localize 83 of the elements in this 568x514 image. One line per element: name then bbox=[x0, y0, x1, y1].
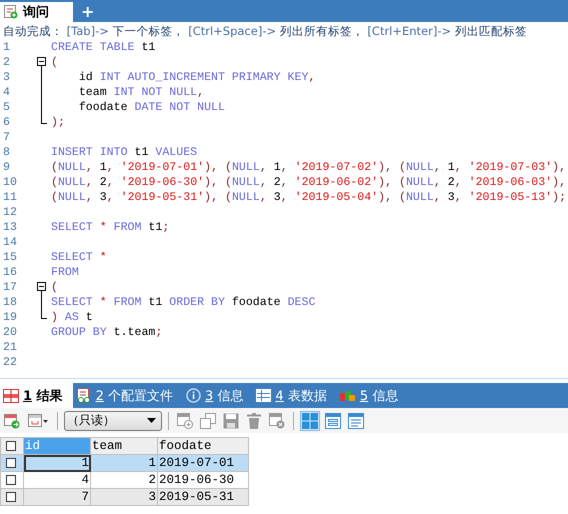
code-line: INSERT INTO t1 VALUES bbox=[50, 145, 198, 160]
line-number: 14 bbox=[2, 235, 18, 250]
code-line: GROUP BY t.team; bbox=[50, 325, 162, 340]
line-number: 22 bbox=[2, 355, 18, 370]
result-tab[interactable]: 3 信息 bbox=[183, 383, 254, 408]
save-icon bbox=[223, 412, 239, 428]
grid-icon bbox=[3, 388, 19, 402]
column-header[interactable]: team bbox=[90, 438, 158, 454]
result-tab[interactable]: 1 结果 bbox=[0, 383, 73, 408]
code-line: id INT AUTO_INCREMENT PRIMARY KEY, bbox=[78, 70, 316, 85]
table-icon bbox=[256, 389, 272, 402]
line-number: 7 bbox=[2, 130, 11, 145]
insert-row-icon bbox=[177, 412, 193, 428]
line-number: 12 bbox=[2, 205, 18, 220]
table-cell: 2019-07-01 bbox=[158, 454, 248, 472]
line-number: 1 bbox=[2, 40, 11, 55]
line-number: 2 bbox=[2, 55, 11, 70]
line-number: 20 bbox=[2, 325, 18, 340]
code-line: ) AS t bbox=[50, 310, 93, 325]
line-number: 11 bbox=[2, 190, 18, 205]
mode-dropdown[interactable]: （只读） bbox=[64, 410, 162, 430]
line-number: 10 bbox=[2, 175, 18, 190]
select-all-checkbox[interactable] bbox=[6, 441, 16, 451]
row-checkbox[interactable] bbox=[6, 458, 16, 468]
code-line: (NULL, 3, '2019-05-31'), (NULL, 3, '2019-05-04'), (NULL, 3, '2019-05-13'); bbox=[50, 190, 566, 205]
result-tab[interactable]: 5 信息 bbox=[336, 383, 408, 408]
line-number: 15 bbox=[2, 250, 18, 265]
fold-toggle[interactable] bbox=[37, 282, 46, 291]
dropdown-arrow-icon bbox=[147, 418, 156, 423]
line-number: 5 bbox=[2, 100, 11, 115]
add-row-icon bbox=[4, 412, 20, 428]
grid-view-icon bbox=[302, 412, 318, 428]
document-icon bbox=[76, 388, 92, 403]
code-line: team INT NOT NULL, bbox=[78, 85, 204, 100]
form-view-button[interactable] bbox=[323, 410, 343, 430]
code-line: ( bbox=[50, 55, 58, 70]
row-checkbox[interactable] bbox=[6, 475, 16, 485]
table-cell: 1 bbox=[24, 454, 90, 472]
code-line: FROM bbox=[50, 265, 79, 280]
code-line: ( bbox=[50, 280, 58, 295]
text-view-button[interactable] bbox=[346, 410, 366, 430]
code-line: CREATE TABLE t1 bbox=[50, 40, 156, 55]
autocomplete-hint: 自动完成： [Tab]-> 下一个标签， [Ctrl+Space]-> 列出所有标签， [Ctrl+Enter]-> 列出匹配标签 bbox=[2, 23, 528, 40]
text-view-icon bbox=[348, 412, 364, 428]
fold-toggle[interactable] bbox=[37, 57, 46, 66]
trash-icon bbox=[246, 412, 262, 428]
line-number: 21 bbox=[2, 340, 18, 355]
line-number: 13 bbox=[2, 220, 18, 235]
line-number: 8 bbox=[2, 145, 11, 160]
grid-view-button[interactable] bbox=[300, 410, 320, 430]
copy-icon bbox=[200, 412, 216, 428]
line-number: 16 bbox=[2, 265, 18, 280]
code-line: SELECT * FROM t1; bbox=[50, 220, 170, 235]
result-tab[interactable]: 4 表数据 bbox=[253, 383, 337, 408]
code-line: SELECT * bbox=[50, 250, 107, 265]
code-line: (NULL, 1, '2019-07-01'), (NULL, 1, '2019-07-02'), (NULL, 1, '2019-07-03'), bbox=[50, 160, 566, 175]
line-number: 18 bbox=[2, 295, 18, 310]
table-cell: 3 bbox=[90, 488, 158, 506]
code-line: SELECT * FROM t1 ORDER BY foodate DESC bbox=[50, 295, 316, 310]
code-line: ); bbox=[50, 115, 65, 130]
table-menu-icon bbox=[28, 412, 48, 428]
row-checkbox[interactable] bbox=[6, 492, 16, 502]
blocks-icon bbox=[340, 389, 356, 402]
column-header[interactable]: foodate bbox=[158, 438, 248, 454]
line-number: 9 bbox=[2, 160, 11, 175]
line-number: 3 bbox=[2, 70, 11, 85]
info-icon bbox=[186, 388, 201, 403]
code-line: foodate DATE NOT NULL bbox=[78, 100, 225, 115]
line-number: 17 bbox=[2, 280, 18, 295]
column-header[interactable]: id bbox=[24, 438, 90, 454]
query-tab[interactable]: 询问 bbox=[0, 2, 73, 22]
line-number: 6 bbox=[2, 115, 11, 130]
table-cell: 1 bbox=[90, 454, 158, 472]
line-number: 4 bbox=[2, 85, 11, 100]
form-view-icon bbox=[325, 412, 341, 428]
code-line: (NULL, 2, '2019-06-30'), (NULL, 2, '2019-06-02'), (NULL, 2, '2019-06-03'), bbox=[50, 175, 566, 190]
query-icon bbox=[4, 5, 18, 19]
cancel-row-icon bbox=[269, 412, 285, 428]
table-cell: 2019-05-31 bbox=[158, 488, 248, 506]
line-number: 19 bbox=[2, 310, 18, 325]
table-cell: 7 bbox=[24, 488, 90, 506]
result-tab[interactable]: 2 个配置文件 bbox=[72, 383, 183, 408]
new-tab-button[interactable]: + bbox=[73, 2, 102, 22]
